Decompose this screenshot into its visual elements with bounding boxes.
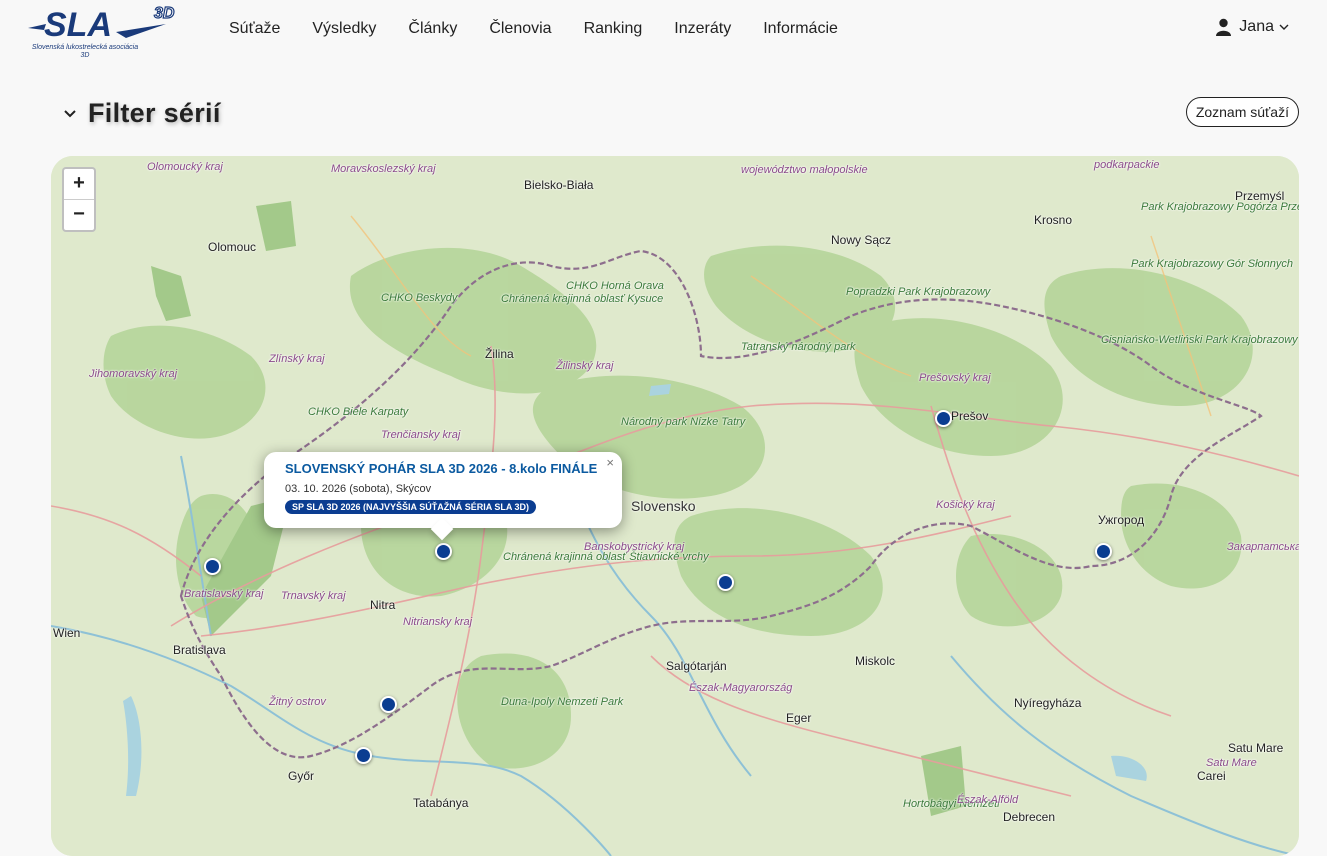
map-label-city: Ужгород <box>1098 513 1145 527</box>
competition-list-button[interactable]: Zoznam súťaží <box>1185 97 1299 127</box>
map-label-region: Trnavský kraj <box>281 590 346 602</box>
map-label-city: Tatabánya <box>413 796 469 810</box>
logo-subtitle: Slovenská lukostrelecká asociácia 3D <box>31 44 139 59</box>
main-nav: Súťaže Výsledky Články Členovia Ranking … <box>213 18 854 40</box>
map-label-city: Bratislava <box>173 643 226 657</box>
map-label-park: Park Krajobrazowy Gór Słonnych <box>1131 258 1294 270</box>
map-label-region: Zlínský kraj <box>269 353 325 365</box>
map-label-region: Moravskoslezský kraj <box>331 163 436 175</box>
map-label-park: Duna-Ipoly Nemzeti Park <box>501 696 623 708</box>
popup-close-button[interactable]: × <box>606 455 614 470</box>
event-popup: × SLOVENSKÝ POHÁR SLA 3D 2026 - 8.kolo F… <box>264 452 622 541</box>
event-marker[interactable] <box>355 747 372 764</box>
map-label-region: Закарпатська область <box>1227 541 1299 553</box>
map-label-park: Popradzki Park Krajobrazowy <box>846 286 991 298</box>
nav-item-sutaze[interactable]: Súťaže <box>213 18 296 40</box>
sla-logo[interactable]: SLA 3D Slovenská lukostrelecká asociácia… <box>26 2 186 62</box>
map-label-city: Győr <box>288 769 315 783</box>
map-label-park: Hortobágyi Nemzeti <box>903 798 1000 810</box>
event-marker[interactable] <box>1095 543 1112 560</box>
map-label-region: Bratislavský kraj <box>184 588 264 600</box>
map-label-region: Prešovský kraj <box>919 372 991 384</box>
map-label-city: Nyíregyháza <box>1014 696 1082 710</box>
svg-text:SLA: SLA <box>44 6 112 44</box>
map-label-city: Bielsko-Biała <box>524 178 594 192</box>
zoom-out-button[interactable]: − <box>64 200 94 230</box>
map-label-city: Salgótarján <box>666 659 727 673</box>
map-label-region: Satu Mare <box>1206 757 1257 769</box>
map-label-region: Olomoucký kraj <box>147 161 223 173</box>
map-label-park: CHKO Biele Karpaty <box>308 406 409 418</box>
map-label-region: Nitriansky kraj <box>403 616 473 628</box>
map-label-city: Carei <box>1197 769 1226 783</box>
map-label-park: Chránená krajinná oblasť Štiavnické vrch… <box>503 551 709 563</box>
navbar: SLA 3D Slovenská lukostrelecká asociácia… <box>0 0 1327 60</box>
event-marker[interactable] <box>204 558 221 575</box>
map-label-city: Žilina <box>485 347 514 361</box>
map-label-region: Banskobystrický kraj <box>584 541 685 553</box>
map-label-region: Žitný ostrov <box>269 696 326 708</box>
map-label-region: Košický kraj <box>936 499 995 511</box>
event-marker[interactable] <box>380 696 397 713</box>
map-label-city: Miskolc <box>855 654 896 668</box>
chevron-down-icon <box>1279 24 1289 30</box>
map-label-park: Cisniańsko-Wetliński Park Krajobrazowy <box>1101 334 1298 346</box>
user-icon <box>1216 18 1232 36</box>
map-label-park: Chránená krajinná oblasť Kysuce <box>501 293 664 305</box>
map-label-region: województwo małopolskie <box>741 164 868 176</box>
event-marker[interactable] <box>435 543 452 560</box>
map[interactable]: + − Olomoucký kraj Moravskoslezský kraj … <box>51 156 1299 856</box>
map-label-city: Krosno <box>1034 213 1073 227</box>
map-label-city: Nowy Sącz <box>831 233 892 247</box>
nav-item-vysledky[interactable]: Výsledky <box>296 18 392 40</box>
map-label-park: CHKO Beskydy <box>381 292 458 304</box>
nav-item-clenovia[interactable]: Členovia <box>473 18 567 40</box>
map-label-park: CHKO Horná Orava <box>566 280 664 292</box>
map-label-region: Észak-Alföld <box>957 794 1019 806</box>
chevron-down-icon <box>64 109 76 117</box>
map-label-region: Jihomoravský kraj <box>89 368 178 380</box>
event-marker[interactable] <box>935 410 952 427</box>
map-label-city: Eger <box>786 711 812 725</box>
map-label-park: Tatranský národný park <box>741 341 856 353</box>
map-label-park: Park Krajobrazowy Pogórza Przemyskiego <box>1141 201 1299 213</box>
map-label-park: Národný park Nízke Tatry <box>621 416 745 428</box>
map-label-city: Nitra <box>370 598 396 612</box>
popup-event-date-place: 03. 10. 2026 (sobota), Skýcov <box>285 483 432 495</box>
map-label-city: Olomouc <box>208 240 257 254</box>
event-marker[interactable] <box>717 574 734 591</box>
user-name: Jana <box>1239 18 1274 35</box>
map-label-region: podkarpackie <box>1094 159 1160 171</box>
svg-text:3D: 3D <box>154 5 175 22</box>
map-label-city: Prešov <box>951 409 989 423</box>
popup-series-badge: SP SLA 3D 2026 (NAJVYŠŠIA SÚŤAŽNÁ SÉRIA … <box>285 500 537 514</box>
user-menu[interactable]: Jana <box>1216 18 1289 36</box>
nav-item-inzeraty[interactable]: Inzeráty <box>658 18 747 40</box>
zoom-control: + − <box>62 167 96 232</box>
zoom-in-button[interactable]: + <box>64 169 94 200</box>
filter-title: Filter sérií <box>88 98 221 128</box>
filter-toggle[interactable]: Filter sérií <box>62 98 221 129</box>
nav-item-clanky[interactable]: Články <box>392 18 473 40</box>
popup-event-title[interactable]: SLOVENSKÝ POHÁR SLA 3D 2026 - 8.kolo FIN… <box>285 461 597 476</box>
map-label-city: Wien <box>53 626 81 640</box>
map-label-country: Slovensko <box>631 498 696 514</box>
map-label-region: Észak-Magyarország <box>689 682 793 694</box>
sla-logo-graphic: SLA 3D <box>28 4 175 44</box>
map-label-region: Žilinský kraj <box>556 360 614 372</box>
nav-item-informacie[interactable]: Informácie <box>747 18 854 40</box>
map-label-region: Trenčiansky kraj <box>381 429 461 441</box>
map-label-city: Satu Mare <box>1228 741 1284 755</box>
nav-item-ranking[interactable]: Ranking <box>568 18 659 40</box>
